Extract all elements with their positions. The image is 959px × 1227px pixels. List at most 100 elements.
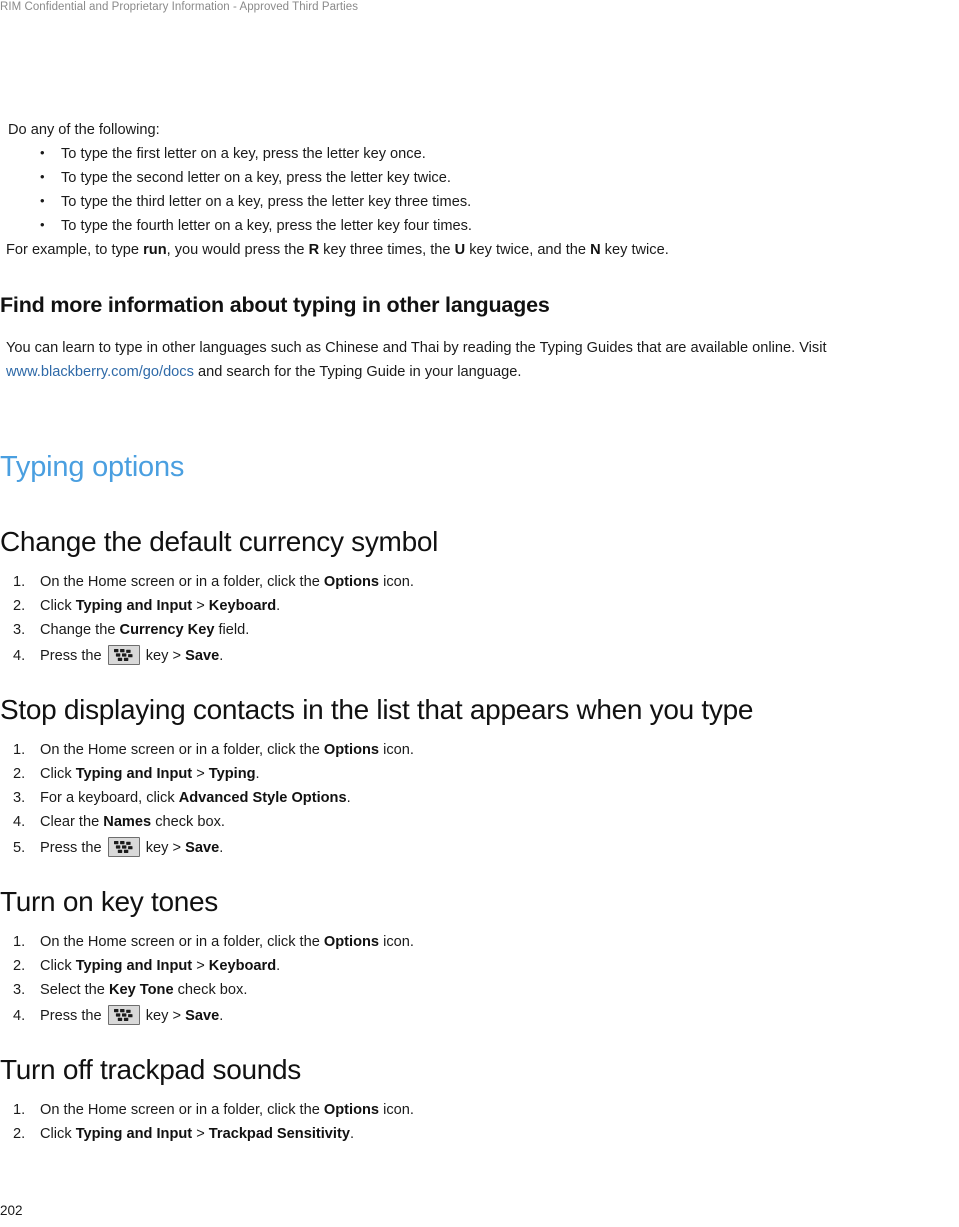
step-bold-typing: Typing <box>208 766 256 782</box>
step-text: Press the <box>40 840 106 856</box>
document-page: RIM Confidential and Proprietary Informa… <box>0 0 959 1227</box>
step-bold-currency-key: Currency Key <box>119 622 215 638</box>
step-text: icon. <box>379 1102 414 1118</box>
step-text: Click <box>40 766 76 782</box>
heading-turn-off-trackpad-sounds: Turn off trackpad sounds <box>0 1054 301 1085</box>
running-header: RIM Confidential and Proprietary Informa… <box>0 1 358 13</box>
list-item: On the Home screen or in a folder, click… <box>0 1098 959 1122</box>
step-text: key > <box>141 1008 186 1024</box>
step-text: check box. <box>173 982 248 998</box>
step-text: Change the <box>40 622 120 638</box>
step-text: Press the <box>40 1008 106 1024</box>
example-text-part: key three times, the <box>319 242 455 258</box>
step-bold-options: Options <box>323 934 380 950</box>
section-title-typing-options: Typing options <box>0 451 185 483</box>
steps-stop-displaying-contacts: On the Home screen or in a folder, click… <box>0 738 959 862</box>
step-text: Click <box>40 1126 76 1142</box>
list-item: Clear the Names check box. <box>0 810 959 834</box>
step-text: check box. <box>151 814 225 830</box>
step-text: For a keyboard, click <box>40 790 179 806</box>
step-text: . <box>219 648 224 664</box>
step-bold-save: Save <box>185 648 220 664</box>
list-item: Press the key > Save. <box>0 1002 959 1030</box>
step-text: field. <box>214 622 250 638</box>
list-item: To type the second letter on a key, pres… <box>0 165 959 190</box>
page-content: Do any of the following: To type the fir… <box>0 118 959 1146</box>
step-text: On the Home screen or in a folder, click… <box>40 1102 324 1118</box>
list-item: On the Home screen or in a folder, click… <box>0 738 959 762</box>
step-bold-typing-and-input: Typing and Input <box>75 598 193 614</box>
find-more-body: You can learn to type in other languages… <box>0 336 959 384</box>
list-item: Click Typing and Input > Trackpad Sensit… <box>0 1122 959 1146</box>
example-text-part: For example, to type <box>6 242 144 258</box>
step-bold-names: Names <box>103 814 152 830</box>
step-text: . <box>255 766 260 782</box>
intro-example: For example, to type run, you would pres… <box>0 238 959 262</box>
blackberry-menu-key-icon <box>107 1005 140 1025</box>
heading-stop-displaying-contacts: Stop displaying contacts in the list tha… <box>0 694 754 725</box>
page-number: 202 <box>0 1203 23 1218</box>
find-more-text-before: You can learn to type in other languages… <box>6 340 827 356</box>
step-bold-key-tone: Key Tone <box>108 982 174 998</box>
step-text: icon. <box>379 574 414 590</box>
blackberry-menu-key-icon <box>107 645 140 665</box>
step-bold-typing-and-input: Typing and Input <box>75 958 193 974</box>
step-text: key > <box>141 648 186 664</box>
steps-turn-on-key-tones: On the Home screen or in a folder, click… <box>0 930 959 1030</box>
steps-turn-off-trackpad-sounds: On the Home screen or in a folder, click… <box>0 1098 959 1146</box>
step-text: key > <box>141 840 186 856</box>
list-item: On the Home screen or in a folder, click… <box>0 570 959 594</box>
example-bold-u: U <box>454 242 466 258</box>
example-bold-run: run <box>143 242 167 258</box>
step-text: . <box>349 1126 354 1142</box>
find-more-text-after: and search for the Typing Guide in your … <box>193 364 522 380</box>
step-bold-keyboard: Keyboard <box>208 958 277 974</box>
step-text: . <box>219 1008 224 1024</box>
list-item: Click Typing and Input > Keyboard. <box>0 594 959 618</box>
step-text: On the Home screen or in a folder, click… <box>40 742 324 758</box>
step-bold-options: Options <box>323 742 380 758</box>
typing-bullet-list: To type the first letter on a key, press… <box>0 141 959 238</box>
heading-turn-on-key-tones: Turn on key tones <box>0 886 218 917</box>
heading-change-default-currency-symbol: Change the default currency symbol <box>0 526 439 557</box>
step-text: Click <box>40 958 76 974</box>
steps-change-currency-symbol: On the Home screen or in a folder, click… <box>0 570 959 670</box>
step-text: > <box>192 1126 209 1142</box>
step-text: Click <box>40 598 76 614</box>
step-text: > <box>192 598 209 614</box>
step-bold-typing-and-input: Typing and Input <box>75 1126 193 1142</box>
step-bold-advanced-style-options: Advanced Style Options <box>178 790 347 806</box>
step-text: On the Home screen or in a folder, click… <box>40 574 324 590</box>
example-bold-n: N <box>590 242 601 258</box>
list-item: To type the first letter on a key, press… <box>0 141 959 166</box>
list-item: For a keyboard, click Advanced Style Opt… <box>0 786 959 810</box>
intro-lead: Do any of the following: <box>8 122 160 138</box>
step-text: icon. <box>379 742 414 758</box>
list-item: Press the key > Save. <box>0 834 959 862</box>
step-text: . <box>219 840 224 856</box>
example-text-part: key twice. <box>600 242 669 258</box>
list-item: Change the Currency Key field. <box>0 618 959 642</box>
example-bold-r: R <box>308 242 320 258</box>
step-text: . <box>276 598 281 614</box>
list-item: Press the key > Save. <box>0 642 959 670</box>
example-text-part: key twice, and the <box>465 242 591 258</box>
step-text: Press the <box>40 648 106 664</box>
step-text: Select the <box>40 982 109 998</box>
list-item: Click Typing and Input > Keyboard. <box>0 954 959 978</box>
list-item: On the Home screen or in a folder, click… <box>0 930 959 954</box>
step-text: . <box>276 958 281 974</box>
example-text-part: , you would press the <box>166 242 309 258</box>
heading-find-more-information: Find more information about typing in ot… <box>0 293 550 317</box>
step-text: On the Home screen or in a folder, click… <box>40 934 324 950</box>
step-bold-typing-and-input: Typing and Input <box>75 766 193 782</box>
step-bold-trackpad-sensitivity: Trackpad Sensitivity <box>208 1126 350 1142</box>
blackberry-menu-key-icon <box>107 837 140 857</box>
step-bold-options: Options <box>323 1102 380 1118</box>
step-bold-keyboard: Keyboard <box>208 598 277 614</box>
list-item: Click Typing and Input > Typing. <box>0 762 959 786</box>
step-text: icon. <box>379 934 414 950</box>
step-bold-options: Options <box>323 574 380 590</box>
blackberry-docs-link[interactable]: www.blackberry.com/go/docs <box>6 364 194 380</box>
step-text: Clear the <box>40 814 104 830</box>
